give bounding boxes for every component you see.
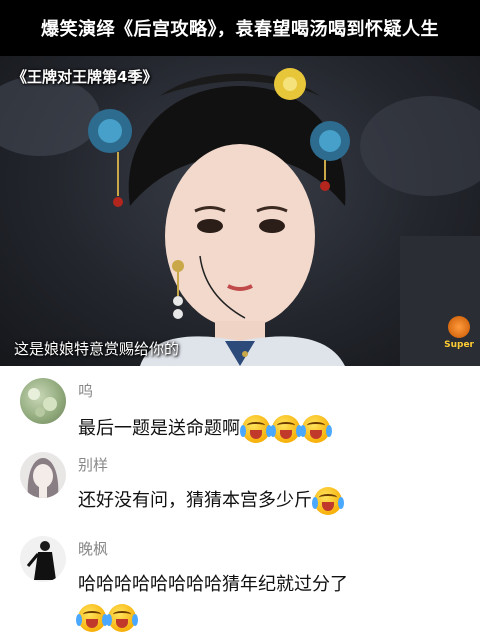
- comment-body: 哈哈哈哈哈哈哈哈猜年纪就过分了: [78, 574, 348, 595]
- comments-section: 呜 最后一题是送命题啊 别样 还好没有问，猜猜本宫多少斤 晚枫 哈哈哈哈哈哈哈哈…: [0, 366, 480, 640]
- headline-text: 爆笑演绎《后宫攻略》，袁春望喝汤喝到怀疑人生: [41, 19, 439, 40]
- video-player[interactable]: 《王牌对王牌第4季》 这是娘娘特意赏赐给你的 Super: [0, 56, 480, 366]
- avatar-girl-icon: [27, 458, 59, 498]
- avatar[interactable]: [20, 452, 66, 498]
- cry-laugh-emoji-icon: [312, 487, 344, 515]
- cry-laugh-emoji-icon: [106, 604, 138, 632]
- avatar[interactable]: [20, 536, 66, 582]
- comment-username[interactable]: 呜: [78, 380, 93, 401]
- cry-laugh-emoji-icon: [300, 415, 332, 443]
- avatar-dark-figure-icon: [26, 541, 56, 580]
- cry-laugh-emoji-icon: [76, 604, 108, 632]
- video-subtitle: 这是娘娘特意赏赐给你的: [14, 340, 180, 358]
- cry-laugh-emoji-icon: [240, 415, 272, 443]
- video-headline: 爆笑演绎《后宫攻略》，袁春望喝汤喝到怀疑人生: [0, 0, 480, 56]
- avatar[interactable]: [20, 378, 66, 424]
- comment-emoji-row: [76, 604, 138, 632]
- avatar-green-moss-icon: [28, 388, 57, 417]
- comment-body: 还好没有问，猜猜本宫多少斤: [78, 490, 312, 511]
- show-title: 《王牌对王牌第4季》: [12, 68, 158, 86]
- comment-body: 最后一题是送命题啊: [78, 418, 240, 439]
- cry-laugh-emoji-icon: [270, 415, 302, 443]
- video-frame-illustration: [0, 68, 480, 366]
- comment-text: 最后一题是送命题啊: [78, 414, 332, 443]
- channel-logo: Super: [444, 316, 474, 350]
- comment-text: 还好没有问，猜猜本宫多少斤: [78, 486, 344, 515]
- comment-text: 哈哈哈哈哈哈哈哈猜年纪就过分了: [78, 570, 348, 596]
- comment-username[interactable]: 别样: [78, 454, 108, 475]
- channel-logo-text: Super: [444, 340, 474, 350]
- comment-username[interactable]: 晚枫: [78, 538, 108, 559]
- channel-logo-icon: [448, 316, 471, 338]
